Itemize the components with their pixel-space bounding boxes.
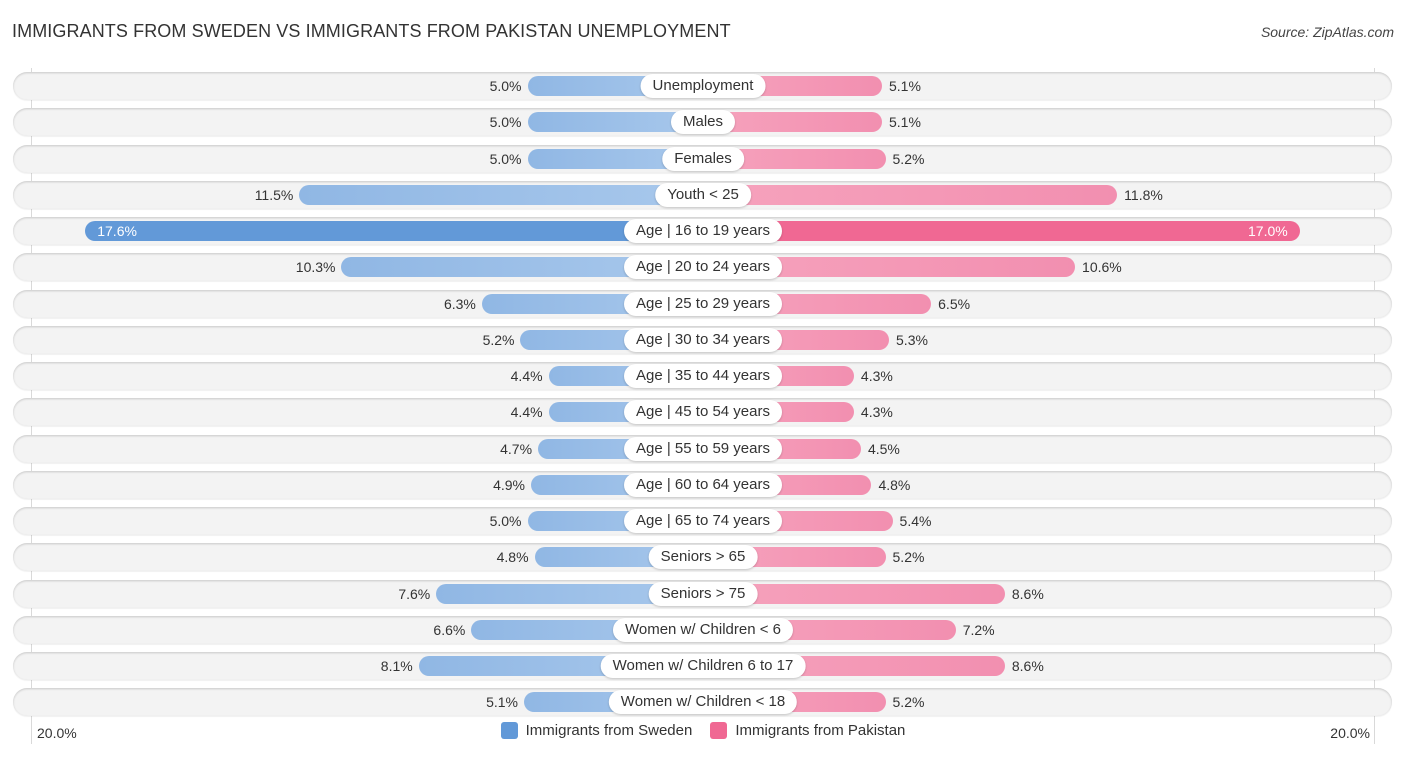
- legend-swatch-pakistan: [710, 722, 728, 739]
- value-label-pakistan: 5.2%: [892, 549, 925, 566]
- value-label-pakistan: 5.1%: [889, 78, 921, 94]
- legend-item-sweden[interactable]: Immigrants from Sweden: [500, 722, 693, 739]
- legend-label-sweden: Immigrants from Sweden: [525, 722, 693, 739]
- category-label: Youth < 25: [655, 182, 751, 207]
- value-label-sweden: 5.0%: [489, 513, 522, 529]
- value-label-pakistan: 8.6%: [1011, 585, 1044, 602]
- value-label-pakistan: 17.0%: [1248, 223, 1288, 239]
- category-label: Age | 30 to 34 years: [624, 327, 782, 352]
- bar-pakistan[interactable]: [703, 221, 1300, 241]
- value-label-pakistan: 10.6%: [1082, 259, 1122, 276]
- value-label-pakistan: 8.6%: [1011, 658, 1044, 674]
- value-label-sweden: 7.6%: [398, 585, 431, 602]
- value-label-pakistan: 7.2%: [962, 621, 995, 638]
- legend-item-pakistan[interactable]: Immigrants from Pakistan: [710, 722, 905, 739]
- category-label: Females: [662, 146, 744, 171]
- category-label: Unemployment: [640, 74, 766, 98]
- value-label-sweden: 11.5%: [254, 186, 294, 203]
- category-label: Age | 55 to 59 years: [624, 436, 782, 461]
- value-label-sweden: 8.1%: [380, 658, 413, 674]
- value-label-pakistan: 4.3%: [860, 368, 893, 384]
- bar-pakistan[interactable]: [703, 184, 1118, 205]
- value-label-sweden: 5.2%: [482, 331, 515, 348]
- category-label: Women w/ Children < 18: [608, 690, 798, 715]
- value-label-sweden: 4.4%: [510, 404, 543, 421]
- value-label-sweden: 6.6%: [433, 621, 466, 638]
- value-label-pakistan: 5.1%: [889, 114, 921, 131]
- value-label-sweden: 17.6%: [97, 223, 137, 239]
- value-label-sweden: 4.8%: [496, 549, 529, 566]
- value-label-sweden: 5.0%: [489, 150, 522, 167]
- bar-sweden[interactable]: [85, 221, 703, 241]
- category-label: Women w/ Children < 6: [612, 617, 794, 642]
- category-label: Age | 65 to 74 years: [624, 509, 782, 533]
- value-label-sweden: 10.3%: [295, 259, 336, 276]
- value-label-pakistan: 5.3%: [896, 331, 928, 348]
- category-label: Age | 45 to 54 years: [624, 400, 782, 425]
- value-label-sweden: 6.3%: [443, 295, 476, 312]
- value-label-pakistan: 5.4%: [899, 513, 932, 529]
- category-label: Seniors > 65: [648, 545, 758, 570]
- value-label-sweden: 5.0%: [489, 78, 522, 94]
- category-label: Seniors > 75: [648, 581, 758, 606]
- value-label-pakistan: 4.8%: [878, 476, 911, 493]
- category-label: Males: [670, 110, 736, 135]
- diverging-bar-chart: 5.0% 5.1% Unemployment 5.0% 5.1% Males 5.0% 5.2…: [0, 0, 1406, 757]
- legend: Immigrants from Sweden Immigrants from P…: [0, 722, 1406, 739]
- value-label-pakistan: 4.3%: [860, 404, 893, 421]
- value-label-pakistan: 5.2%: [892, 150, 925, 167]
- legend-label-pakistan: Immigrants from Pakistan: [735, 722, 906, 739]
- category-label: Age | 20 to 24 years: [624, 255, 782, 280]
- category-label: Women w/ Children 6 to 17: [600, 654, 806, 678]
- value-label-sweden: 4.7%: [500, 440, 533, 457]
- legend-swatch-sweden: [500, 722, 518, 739]
- value-label-sweden: 5.0%: [489, 114, 522, 131]
- category-label: Age | 35 to 44 years: [624, 364, 782, 388]
- category-label: Age | 16 to 19 years: [624, 219, 782, 243]
- bar-sweden[interactable]: [299, 184, 703, 205]
- value-label-pakistan: 6.5%: [938, 295, 971, 312]
- value-label-pakistan: 5.2%: [892, 694, 925, 711]
- value-label-pakistan: 11.8%: [1124, 186, 1163, 203]
- value-label-pakistan: 4.5%: [867, 440, 900, 457]
- category-label: Age | 60 to 64 years: [624, 472, 782, 497]
- value-label-sweden: 5.1%: [486, 694, 518, 711]
- category-label: Age | 25 to 29 years: [624, 291, 782, 316]
- value-label-sweden: 4.4%: [510, 368, 543, 384]
- value-label-sweden: 4.9%: [493, 476, 526, 493]
